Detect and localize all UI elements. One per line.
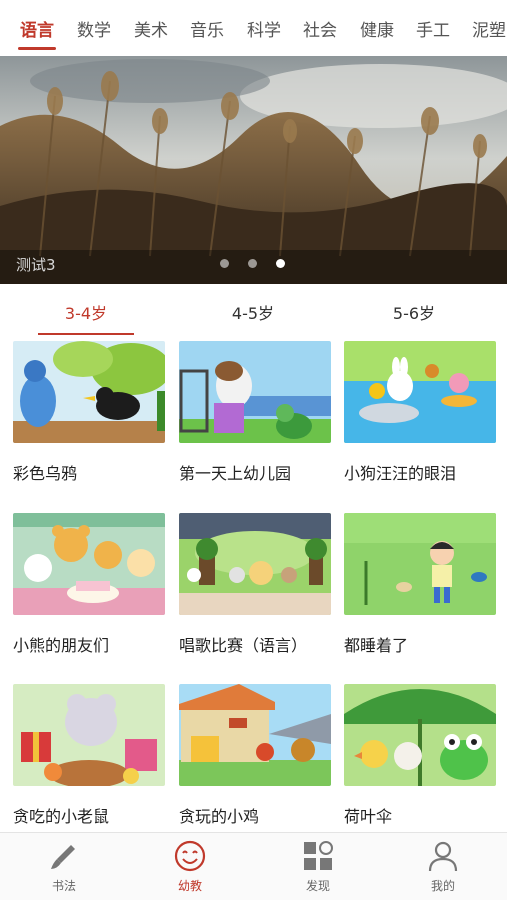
video-card[interactable]: 小狗汪汪的眼泪 [344, 341, 496, 484]
nav-label: 幼教 [177, 879, 202, 893]
banner-caption: 测试3 [16, 256, 56, 274]
category-tab-handcraft[interactable]: 手工 [416, 16, 450, 41]
brush-icon [51, 845, 75, 869]
video-card[interactable]: 荷叶伞 [344, 684, 496, 827]
video-thumbnail[interactable] [13, 513, 165, 615]
video-thumbnail[interactable] [179, 684, 331, 786]
video-thumbnail[interactable] [344, 341, 496, 443]
category-tab-math[interactable]: 数学 [77, 16, 111, 41]
nav-label: 书法 [51, 879, 76, 893]
video-thumbnail[interactable] [13, 341, 165, 443]
age-tab-active-indicator [38, 333, 134, 335]
category-active-indicator [18, 47, 56, 50]
video-thumbnail[interactable] [344, 513, 496, 615]
bottom-nav-bar: 书法 幼教 发现 我的 [0, 832, 507, 900]
video-card[interactable]: 唱歌比赛（语言） [179, 513, 331, 656]
video-title: 小熊的朋友们 [13, 636, 110, 655]
person-icon [428, 841, 458, 872]
video-card[interactable]: 贪玩的小鸡 [179, 684, 331, 827]
nav-mine[interactable]: 我的 [403, 839, 483, 894]
smiley-icon [174, 840, 206, 872]
category-tab-health[interactable]: 健康 [360, 16, 394, 41]
video-thumbnail[interactable] [179, 341, 331, 443]
age-tab-3-4[interactable]: 3-4岁 [26, 300, 146, 324]
nav-label: 我的 [430, 879, 455, 893]
nav-discover[interactable]: 发现 [278, 839, 358, 894]
carousel-dot-active[interactable] [276, 259, 285, 268]
category-tab-bar: 语言 数学 美术 音乐 科学 社会 健康 手工 泥塑 [0, 0, 507, 56]
category-tab-science[interactable]: 科学 [247, 16, 281, 41]
video-thumbnail[interactable] [13, 684, 165, 786]
video-card[interactable]: 小熊的朋友们 [13, 513, 165, 656]
video-title: 贪吃的小老鼠 [13, 807, 110, 826]
nav-preschool[interactable]: 幼教 [150, 839, 230, 894]
grid-icon [304, 841, 333, 870]
banner-carousel[interactable]: 测试3 [0, 56, 507, 284]
carousel-dot[interactable] [219, 259, 229, 268]
video-thumbnail[interactable] [179, 513, 331, 615]
video-thumbnail[interactable] [344, 684, 496, 786]
video-card[interactable]: 都睡着了 [344, 513, 496, 656]
category-tab-clay[interactable]: 泥塑 [472, 16, 506, 41]
video-card[interactable]: 彩色乌鸦 [13, 341, 165, 484]
nav-calligraphy[interactable]: 书法 [24, 839, 104, 894]
category-tab-society[interactable]: 社会 [303, 16, 337, 41]
video-title: 小狗汪汪的眼泪 [344, 464, 457, 483]
category-tab-art[interactable]: 美术 [134, 16, 168, 41]
video-title: 第一天上幼儿园 [179, 464, 292, 483]
video-title: 荷叶伞 [344, 807, 393, 826]
video-title: 都睡着了 [344, 636, 409, 655]
carousel-dots [206, 253, 285, 272]
age-tab-5-6[interactable]: 5-6岁 [354, 300, 474, 324]
video-card[interactable]: 贪吃的小老鼠 [13, 684, 165, 827]
age-tab-bar: 3-4岁 4-5岁 5-6岁 [0, 284, 507, 338]
nav-label: 发现 [305, 879, 330, 893]
carousel-dot[interactable] [247, 259, 257, 268]
video-card[interactable]: 第一天上幼儿园 [179, 341, 331, 484]
video-title: 贪玩的小鸡 [179, 807, 260, 826]
category-tab-language[interactable]: 语言 [20, 16, 54, 41]
category-tab-music[interactable]: 音乐 [190, 16, 224, 41]
video-title: 唱歌比赛（语言） [179, 636, 308, 655]
age-tab-4-5[interactable]: 4-5岁 [193, 300, 313, 324]
video-title: 彩色乌鸦 [13, 464, 78, 483]
